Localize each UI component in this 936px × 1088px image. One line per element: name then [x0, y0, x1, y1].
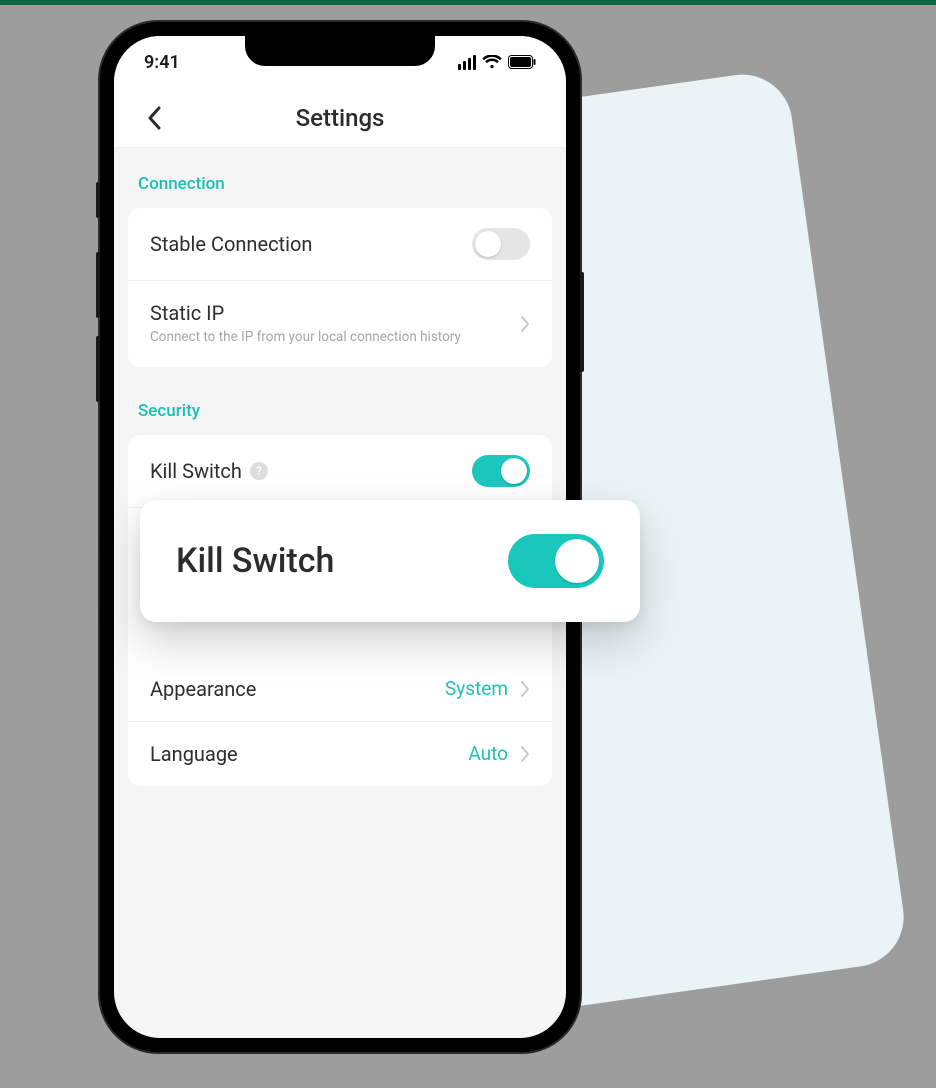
chevron-right-icon	[520, 745, 530, 763]
phone-power-button	[580, 272, 584, 372]
section-label-security: Security	[128, 393, 552, 435]
chevron-right-icon	[520, 315, 530, 333]
back-button[interactable]	[134, 98, 174, 138]
settings-content: Connection Stable Connection Static IP C…	[114, 148, 566, 830]
section-label-connection: Connection	[128, 166, 552, 208]
callout-title: Kill Switch	[176, 541, 334, 581]
row-title-stable-connection: Stable Connection	[150, 232, 460, 256]
connection-card: Stable Connection Static IP Connect to t…	[128, 208, 552, 367]
row-language[interactable]: Language Auto	[128, 721, 552, 786]
phone-volume-down	[96, 336, 100, 402]
phone-side-button	[96, 182, 100, 218]
kill-switch-label: Kill Switch	[150, 459, 242, 483]
toggle-kill-switch[interactable]	[472, 455, 530, 487]
row-subtitle-static-ip: Connect to the IP from your local connec…	[150, 329, 508, 347]
toggle-kill-switch-callout[interactable]	[508, 534, 604, 588]
row-kill-switch[interactable]: Kill Switch ?	[128, 435, 552, 507]
chevron-left-icon	[147, 106, 161, 130]
kill-switch-callout: Kill Switch	[140, 500, 640, 622]
page-top-border	[0, 0, 936, 5]
row-value-appearance: System	[445, 677, 508, 700]
phone-notch	[245, 36, 435, 66]
status-time: 9:41	[144, 52, 180, 73]
row-appearance[interactable]: Appearance System	[128, 657, 552, 721]
row-value-language: Auto	[468, 742, 508, 765]
row-static-ip[interactable]: Static IP Connect to the IP from your lo…	[128, 280, 552, 367]
chevron-right-icon	[520, 680, 530, 698]
phone-volume-up	[96, 252, 100, 318]
wifi-icon	[482, 55, 502, 69]
row-title-static-ip: Static IP	[150, 301, 508, 325]
row-stable-connection[interactable]: Stable Connection	[128, 208, 552, 280]
toggle-stable-connection[interactable]	[472, 228, 530, 260]
help-icon[interactable]: ?	[250, 462, 268, 480]
nav-bar: Settings	[114, 88, 566, 148]
page-title: Settings	[296, 104, 385, 132]
cellular-icon	[458, 55, 476, 70]
row-title-appearance: Appearance	[150, 677, 433, 701]
row-title-language: Language	[150, 742, 456, 766]
row-title-kill-switch: Kill Switch ?	[150, 459, 460, 483]
battery-icon	[508, 55, 536, 69]
